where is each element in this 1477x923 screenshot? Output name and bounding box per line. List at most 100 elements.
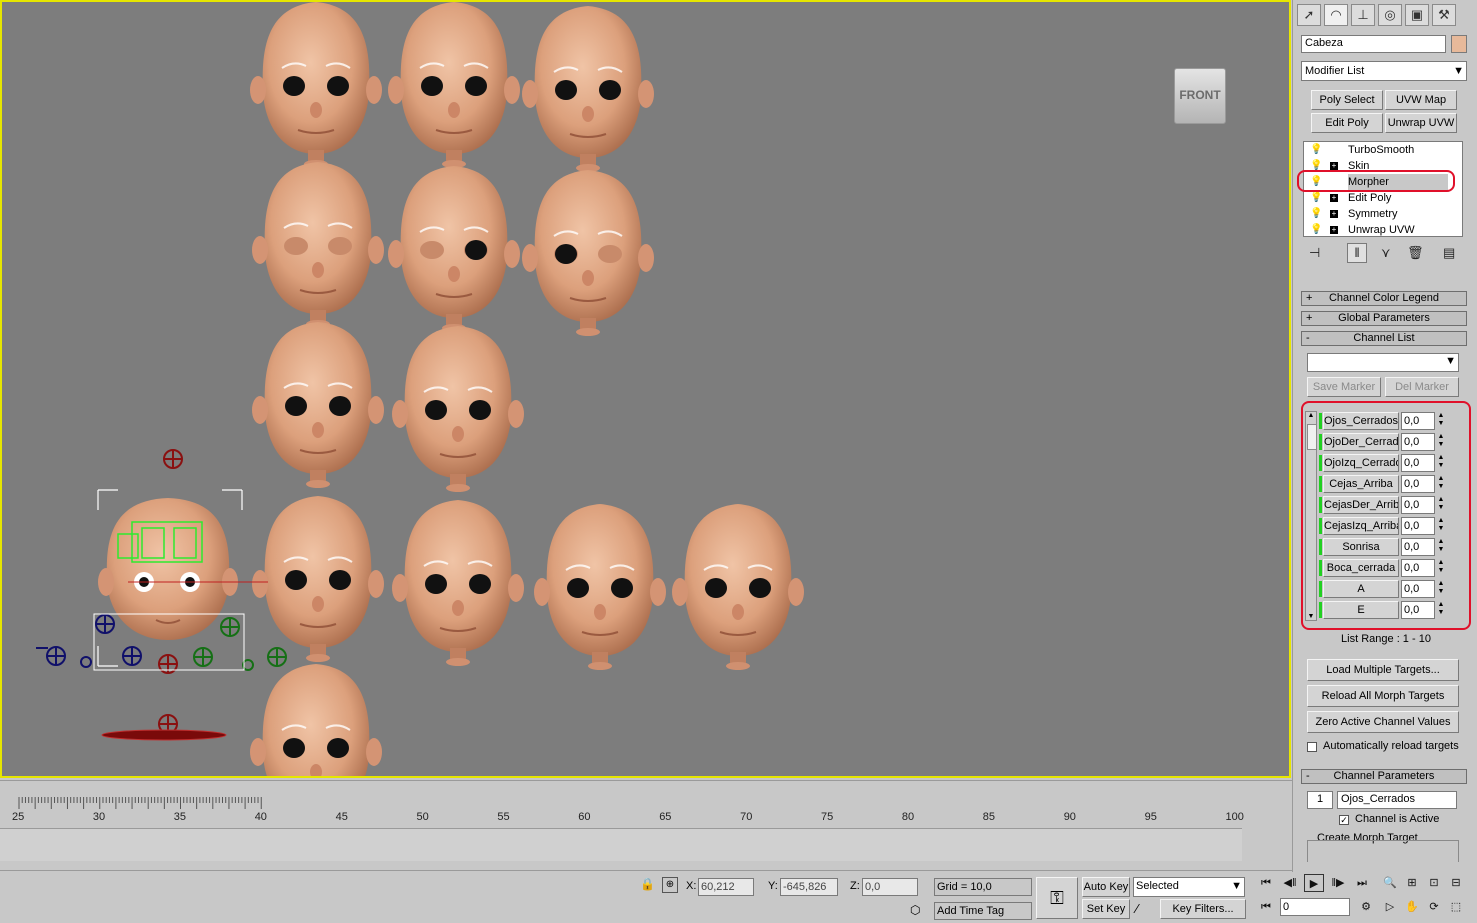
selection-set-label: Selected [1136, 880, 1179, 892]
time-tick-label: 60 [578, 811, 591, 823]
time-tag-icon[interactable]: ⬡ [910, 903, 920, 917]
object-color-swatch[interactable] [1451, 35, 1467, 53]
rollout-channel-list[interactable]: - Channel List [1301, 331, 1467, 346]
orbit-icon[interactable]: ⟳ [1424, 898, 1444, 916]
time-configuration-icon[interactable]: ⚙ [1356, 898, 1376, 916]
time-tick-label: 90 [1063, 811, 1076, 823]
lock-selection-icon[interactable]: 🔒 [640, 877, 655, 891]
lightbulb-icon[interactable]: 💡 [1310, 142, 1322, 158]
configure-sets-icon[interactable]: ▤ [1443, 245, 1455, 261]
rollout-global-parameters[interactable]: + Global Parameters [1301, 311, 1467, 326]
channel-number-field[interactable]: 1 [1307, 791, 1333, 809]
modifier-list-dropdown[interactable]: Modifier List ▼ [1301, 61, 1467, 81]
list-range-label: List Range : 1 - 10 [1341, 633, 1431, 645]
expand-icon[interactable]: + [1330, 194, 1338, 202]
maximize-viewport-icon[interactable]: ⬚ [1446, 898, 1466, 916]
marker-dropdown[interactable]: ▼ [1307, 353, 1459, 372]
time-tick-label: 45 [335, 811, 348, 823]
display-tab-icon[interactable]: ▣ [1405, 4, 1429, 26]
utilities-tab-icon[interactable]: ⚒ [1432, 4, 1456, 26]
channel-active-label: Channel is Active [1355, 813, 1440, 825]
stack-item-turbosmooth[interactable]: 💡 TurboSmooth [1304, 142, 1462, 158]
time-tick-label: 40 [254, 811, 267, 823]
time-ruler-ticks [18, 797, 262, 809]
make-unique-icon[interactable]: ⋎ [1381, 245, 1391, 261]
zoom-extents-icon[interactable]: ⊡ [1424, 874, 1444, 892]
x-coordinate-field[interactable]: 60,212 [698, 878, 754, 896]
key-mode-curve-icon[interactable]: ⁄ [1136, 901, 1138, 916]
stack-item-edit-poly[interactable]: 💡 + Edit Poly [1304, 190, 1462, 206]
show-end-result-icon[interactable]: ‖ [1347, 243, 1367, 263]
time-tick-label: 85 [982, 811, 996, 823]
zoom-all-icon[interactable]: ⊞ [1402, 874, 1422, 892]
time-tick-label: 80 [901, 811, 915, 823]
key-filters-button[interactable]: Key Filters... [1160, 899, 1246, 919]
add-time-tag-button[interactable]: Add Time Tag [934, 902, 1032, 920]
y-coordinate-field[interactable]: -645,826 [780, 878, 838, 896]
viewcube[interactable]: FRONT [1174, 68, 1226, 124]
stack-item-symmetry[interactable]: 💡 + Symmetry [1304, 206, 1462, 222]
y-label: Y: [768, 880, 778, 892]
front-viewport[interactable]: FRONT [0, 0, 1291, 778]
channel-list-highlight-annotation [1301, 401, 1471, 630]
expand-icon[interactable]: + [1330, 226, 1338, 234]
remove-modifier-icon[interactable]: 🗑 [1407, 245, 1424, 261]
field-of-view-icon[interactable]: ▷ [1380, 898, 1400, 916]
play-icon[interactable]: ▶ [1304, 874, 1324, 892]
time-tick-label: 75 [821, 811, 834, 823]
channel-active-checkbox[interactable]: ✓ [1339, 815, 1349, 825]
modifier-list-label: Modifier List [1305, 65, 1365, 77]
stack-toolbar: ⊣ ‖ ⋎ 🗑 ▤ [1303, 243, 1467, 265]
next-frame-icon[interactable]: ‖▶ [1328, 874, 1348, 892]
key-mode-icon[interactable]: ⏮ [1256, 898, 1276, 916]
command-panel: ➚ ◠ ⊥ ◎ ▣ ⚒ Cabeza Modifier List ▼ Poly … [1292, 0, 1477, 922]
create-morph-target-group [1307, 840, 1459, 862]
expand-icon[interactable]: + [1330, 210, 1338, 218]
set-key-icon[interactable]: ⚿ [1036, 877, 1078, 919]
rollout-channel-parameters[interactable]: - Channel Parameters [1301, 769, 1467, 784]
chevron-down-icon: ▼ [1445, 355, 1456, 367]
expand-icon[interactable]: + [1330, 162, 1338, 170]
object-name-field[interactable]: Cabeza [1301, 35, 1446, 53]
z-coordinate-field[interactable]: 0,0 [862, 878, 918, 896]
lightbulb-icon[interactable]: 💡 [1310, 190, 1322, 206]
uvw-map-button[interactable]: UVW Map [1385, 90, 1457, 110]
hierarchy-tab-icon[interactable]: ⊥ [1351, 4, 1375, 26]
time-ruler[interactable]: 25 30 35 40 45 50 55 60 65 70 75 80 85 90 95 100 [0, 780, 1292, 828]
create-tab-icon[interactable]: ➚ [1297, 4, 1321, 26]
zoom-extents-all-icon[interactable]: ⊟ [1446, 874, 1466, 892]
delete-marker-button[interactable]: Del Marker [1385, 377, 1459, 397]
save-marker-button[interactable]: Save Marker [1307, 377, 1381, 397]
load-multiple-targets-button[interactable]: Load Multiple Targets... [1307, 659, 1459, 681]
edit-poly-button[interactable]: Edit Poly [1311, 113, 1383, 133]
go-to-start-icon[interactable]: ⏮ [1256, 874, 1276, 892]
current-frame-field[interactable]: 0 [1280, 898, 1350, 916]
reload-all-morph-targets-button[interactable]: Reload All Morph Targets [1307, 685, 1459, 707]
set-key-button[interactable]: Set Key [1082, 899, 1130, 919]
unwrap-uvw-button[interactable]: Unwrap UVW [1385, 113, 1457, 133]
go-to-end-icon[interactable]: ⏭ [1352, 874, 1372, 892]
modify-tab-icon[interactable]: ◠ [1324, 4, 1348, 26]
lightbulb-icon[interactable]: 💡 [1310, 222, 1322, 238]
absolute-mode-icon[interactable]: ⊕ [662, 877, 678, 893]
pin-stack-icon[interactable]: ⊣ [1309, 245, 1320, 261]
stack-item-unwrap-uvw[interactable]: 💡 + Unwrap UVW [1304, 222, 1462, 238]
channel-name-field[interactable]: Ojos_Cerrados [1337, 791, 1457, 809]
time-tick-label: 100 [1225, 811, 1244, 823]
viewport-scene [36, 2, 805, 776]
motion-tab-icon[interactable]: ◎ [1378, 4, 1402, 26]
time-tick-label: 25 [12, 811, 25, 823]
rollout-channel-color-legend[interactable]: + Channel Color Legend [1301, 291, 1467, 306]
x-label: X: [686, 880, 697, 892]
lightbulb-icon[interactable]: 💡 [1310, 206, 1322, 222]
pan-view-icon[interactable]: ✋ [1402, 898, 1422, 916]
track-bar[interactable] [0, 828, 1242, 861]
grid-size-display: Grid = 10,0 [934, 878, 1032, 896]
zoom-icon[interactable]: 🔍 [1380, 874, 1400, 892]
poly-select-button[interactable]: Poly Select [1311, 90, 1383, 110]
zero-active-channel-values-button[interactable]: Zero Active Channel Values [1307, 711, 1459, 733]
auto-key-button[interactable]: Auto Key [1082, 877, 1130, 897]
selection-set-dropdown[interactable]: Selected ▼ [1133, 877, 1245, 897]
auto-reload-checkbox[interactable] [1307, 742, 1317, 752]
previous-frame-icon[interactable]: ◀‖ [1280, 874, 1300, 892]
